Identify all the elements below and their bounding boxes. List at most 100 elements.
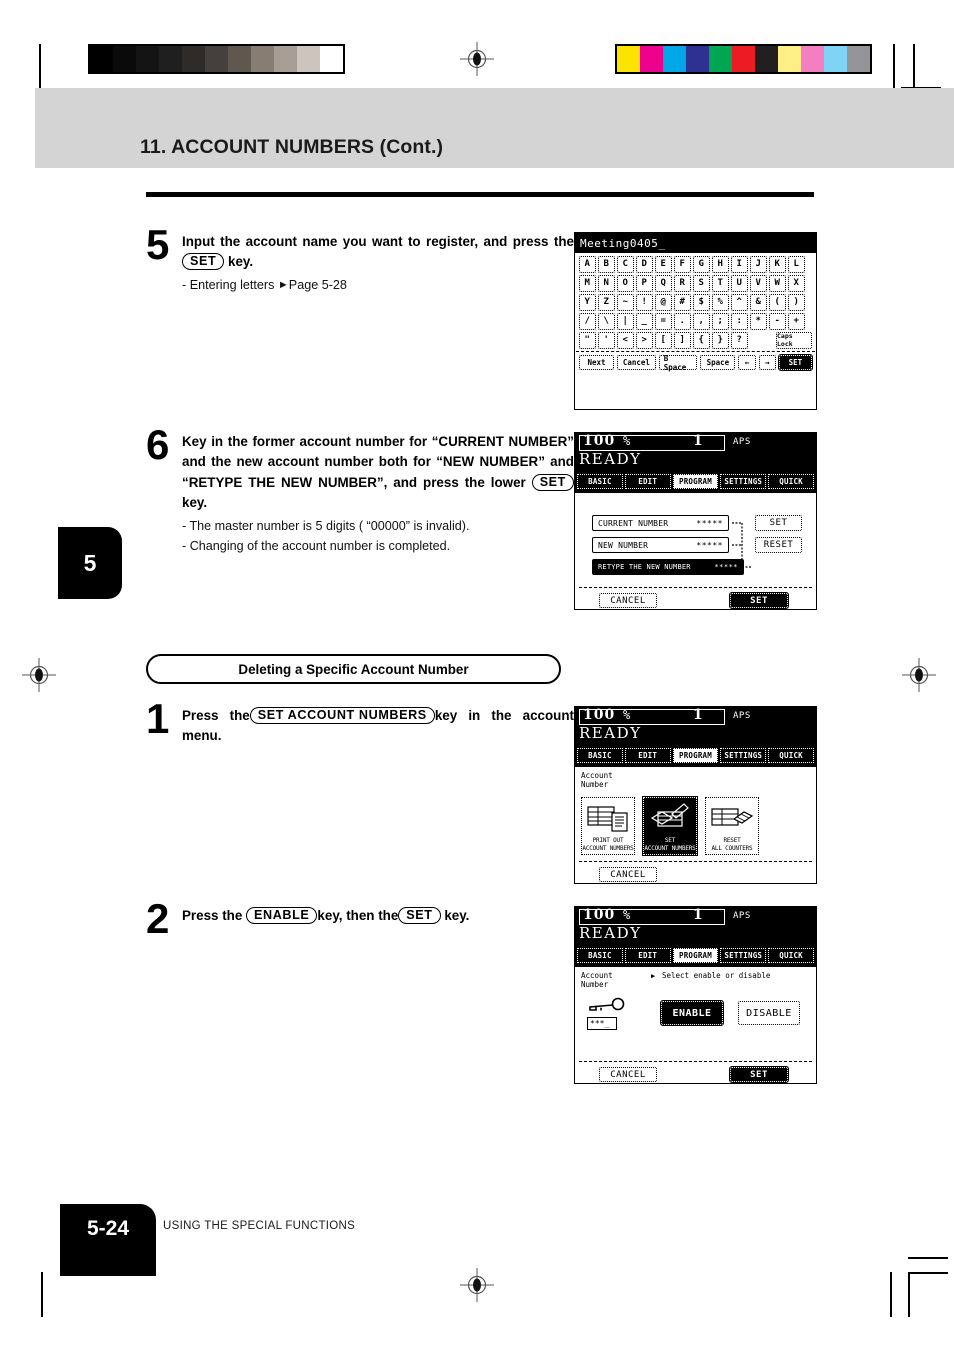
kb-key[interactable]: A — [579, 256, 596, 273]
kb-key[interactable]: . — [674, 313, 691, 330]
kb-key[interactable]: | — [617, 313, 634, 330]
tab-quick[interactable]: QUICK — [768, 748, 814, 763]
tab-program[interactable]: PROGRAM — [672, 474, 719, 489]
set-button[interactable]: SET — [729, 592, 789, 609]
kb-key[interactable]: I — [731, 256, 748, 273]
tab-edit[interactable]: EDIT — [624, 948, 671, 963]
set-keycap[interactable]: SET — [531, 473, 574, 491]
kb-key[interactable]: K — [769, 256, 786, 273]
kb-key[interactable]: D — [636, 256, 653, 273]
kb-key[interactable]: T — [712, 275, 729, 292]
kb-key[interactable]: H — [712, 256, 729, 273]
kb-key[interactable]: ? — [731, 332, 748, 349]
enable-button[interactable]: ENABLE — [660, 1000, 724, 1026]
kb-key[interactable]: B — [598, 256, 615, 273]
kb-key[interactable]: W — [769, 275, 786, 292]
kb-key[interactable]: O — [617, 275, 634, 292]
tab-basic[interactable]: BASIC — [577, 748, 623, 763]
kb-key[interactable]: * — [750, 313, 767, 330]
kb-key[interactable]: V — [750, 275, 767, 292]
tab-edit[interactable]: EDIT — [624, 474, 671, 489]
tab-basic[interactable]: BASIC — [577, 948, 623, 963]
kb-key[interactable]: M — [579, 275, 596, 292]
kb-key[interactable]: ; — [712, 313, 729, 330]
tab-program[interactable]: PROGRAM — [672, 748, 719, 763]
tab-settings[interactable]: SETTINGS — [720, 748, 767, 763]
kb-key[interactable]: ! — [636, 294, 653, 311]
kb-key[interactable]: { — [693, 332, 710, 349]
tab-settings[interactable]: SETTINGS — [720, 474, 767, 489]
kb-key[interactable]: U — [731, 275, 748, 292]
set-account-numbers-keycap[interactable]: SET ACCOUNT NUMBERS — [249, 707, 435, 724]
kb-next-button[interactable]: Next — [579, 355, 615, 370]
kb-space-button[interactable]: Space — [700, 355, 736, 370]
kb-key[interactable]: ) — [788, 294, 805, 311]
tab-edit[interactable]: EDIT — [624, 748, 671, 763]
kb-key[interactable]: & — [750, 294, 767, 311]
kb-key[interactable]: J — [750, 256, 767, 273]
disable-button[interactable]: DISABLE — [738, 1001, 800, 1025]
kb-set-button[interactable]: SET — [777, 354, 813, 371]
kb-key[interactable]: X — [788, 275, 805, 292]
kb-key[interactable]: R — [674, 275, 691, 292]
kb-key[interactable]: - — [769, 313, 786, 330]
kb-key[interactable]: ( — [769, 294, 786, 311]
print-out-account-numbers-tile[interactable]: PRINT OUT ACCOUNT NUMBERS — [581, 797, 635, 855]
set-keycap[interactable]: SET — [398, 907, 441, 924]
tab-quick[interactable]: QUICK — [768, 948, 814, 963]
current-number-field[interactable]: CURRENT NUMBER ***** — [592, 515, 729, 531]
kb-key[interactable]: ^ — [731, 294, 748, 311]
tab-quick[interactable]: QUICK — [768, 474, 814, 489]
retype-new-number-field[interactable]: RETYPE THE NEW NUMBER ***** — [592, 559, 744, 575]
kb-key[interactable]: ] — [674, 332, 691, 349]
tab-basic[interactable]: BASIC — [577, 474, 623, 489]
cancel-button[interactable]: CANCEL — [599, 1067, 657, 1082]
kb-key[interactable]: : — [731, 313, 748, 330]
kb-key[interactable]: Z — [598, 294, 615, 311]
kb-key[interactable]: [ — [655, 332, 672, 349]
set-account-numbers-tile[interactable]: SET ACCOUNT NUMBERS — [642, 796, 698, 856]
kb-key[interactable]: F — [674, 256, 691, 273]
kb-key[interactable]: / — [579, 313, 596, 330]
tab-settings[interactable]: SETTINGS — [720, 948, 767, 963]
kb-key[interactable]: # — [674, 294, 691, 311]
kb-key[interactable]: " — [579, 332, 596, 349]
kb-key[interactable]: _ — [636, 313, 653, 330]
kb-key[interactable]: Y — [579, 294, 596, 311]
kb-key[interactable]: = — [655, 313, 672, 330]
kb-key[interactable]: C — [617, 256, 634, 273]
kb-key[interactable]: \ — [598, 313, 615, 330]
kb-key[interactable]: N — [598, 275, 615, 292]
new-number-field[interactable]: NEW NUMBER ***** — [592, 537, 729, 553]
cancel-button[interactable]: CANCEL — [599, 593, 657, 608]
kb-key[interactable]: G — [693, 256, 710, 273]
kb-key[interactable]: > — [636, 332, 653, 349]
kb-key[interactable]: L — [788, 256, 805, 273]
kb-cancel-button[interactable]: Cancel — [617, 355, 656, 370]
enable-keycap[interactable]: ENABLE — [246, 907, 318, 924]
kb-key[interactable]: @ — [655, 294, 672, 311]
kb-backspace-button[interactable]: B Space — [658, 354, 698, 372]
kb-key[interactable]: % — [712, 294, 729, 311]
kb-key[interactable]: ' — [598, 332, 615, 349]
kb-key[interactable]: $ — [693, 294, 710, 311]
kb-key[interactable]: , — [693, 313, 710, 330]
reset-all-counters-tile[interactable]: RESET ALL COUNTERS — [705, 797, 759, 855]
kb-key[interactable]: } — [712, 332, 729, 349]
kb-arrow-right-icon[interactable]: → — [758, 355, 776, 370]
cancel-button[interactable]: CANCEL — [599, 867, 657, 882]
kb-arrow-left-icon[interactable]: ← — [738, 355, 756, 370]
set-keycap[interactable]: SET — [182, 253, 225, 271]
kb-key[interactable]: + — [788, 313, 805, 330]
kb-key[interactable]: < — [617, 332, 634, 349]
kb-key[interactable]: P — [636, 275, 653, 292]
caps-lock-key[interactable]: Caps Lock — [776, 332, 812, 349]
reset-field-button[interactable]: RESET — [755, 537, 802, 553]
set-field-button[interactable]: SET — [755, 515, 802, 531]
set-button[interactable]: SET — [729, 1066, 789, 1083]
kb-key[interactable]: ~ — [617, 294, 634, 311]
tab-program[interactable]: PROGRAM — [672, 948, 719, 963]
kb-key[interactable]: Q — [655, 275, 672, 292]
kb-key[interactable]: E — [655, 256, 672, 273]
kb-key[interactable]: S — [693, 275, 710, 292]
